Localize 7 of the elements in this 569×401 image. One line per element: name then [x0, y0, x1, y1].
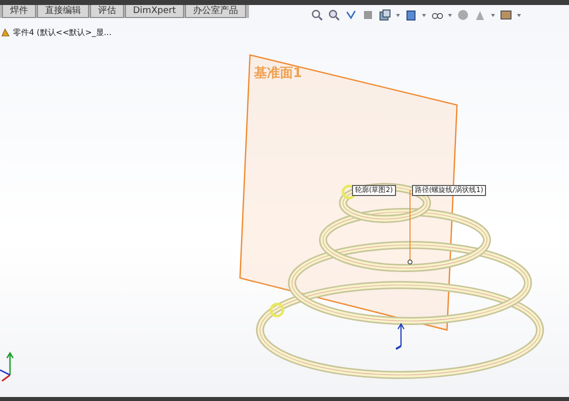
plane-label: 基准面1: [254, 65, 302, 82]
part-tree-item[interactable]: 零件4 (默认<<默认>_显...: [13, 27, 112, 38]
ribbon-tab[interactable]: 焊件: [2, 5, 36, 18]
ribbon-tab[interactable]: 评估: [90, 5, 124, 18]
ribbon-tab[interactable]: 办公室产品: [184, 5, 246, 18]
ribbon-tab[interactable]: DimXpert: [125, 5, 184, 18]
ribbon-tab[interactable]: 直接编辑: [37, 5, 89, 18]
